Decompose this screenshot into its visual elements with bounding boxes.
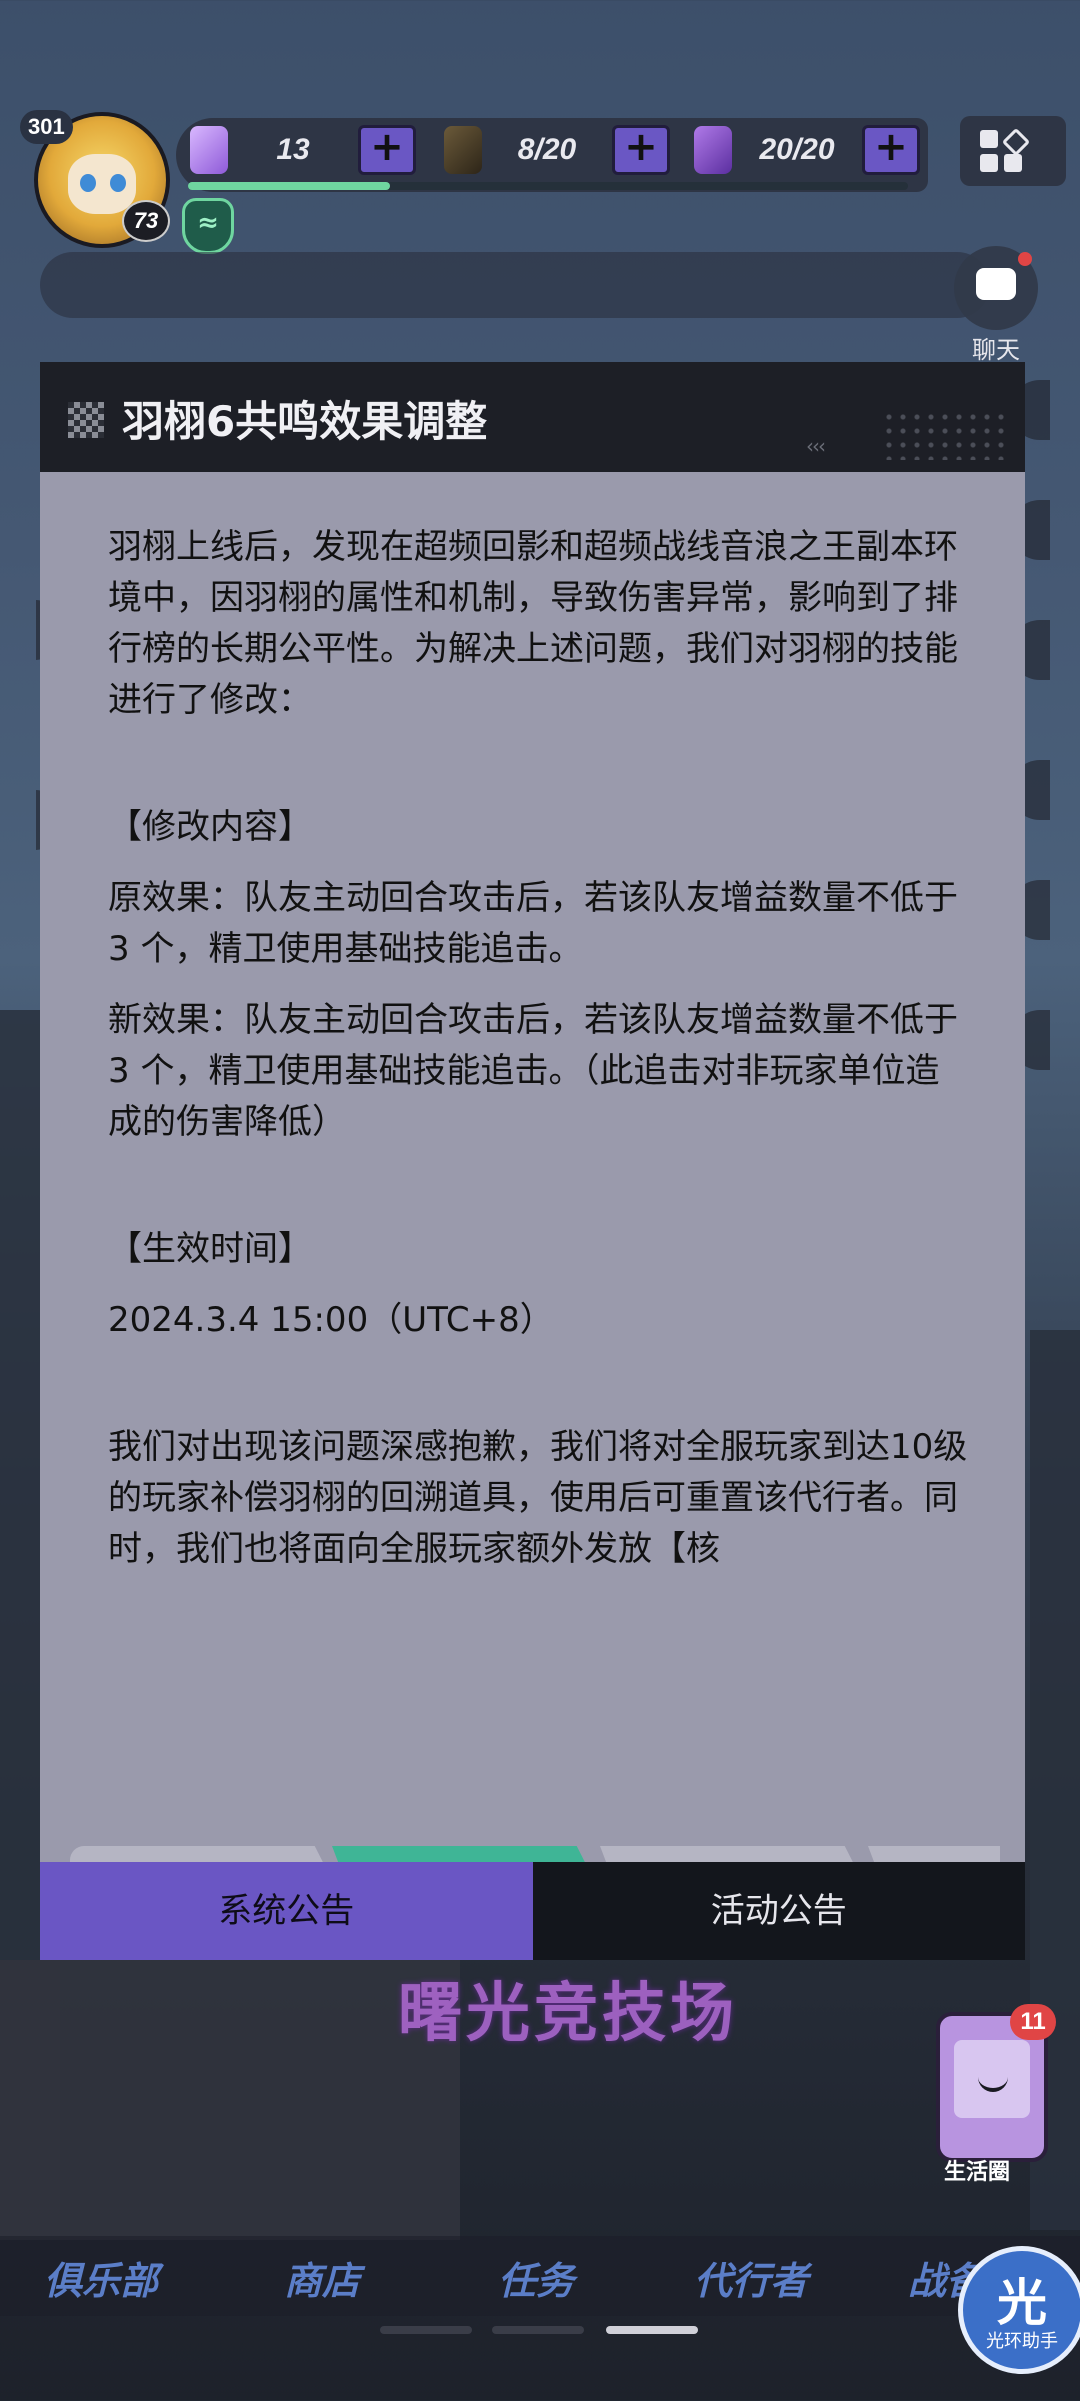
menu-grid-icon <box>980 130 998 148</box>
nav-club[interactable]: 俱乐部 <box>44 2250 158 2305</box>
halo-assistant-label: 光环助手 <box>986 2331 1058 2352</box>
chat-ticker-bar[interactable] <box>40 252 990 318</box>
halo-assistant-button[interactable]: 光 光环助手 <box>958 2246 1080 2374</box>
chevrons-decoration: ‹‹‹ <box>806 434 826 458</box>
menu-grid-icon-4 <box>1001 127 1031 157</box>
life-circle-badge: 11 <box>1010 2004 1056 2040</box>
energy-token-add-button[interactable]: + <box>862 125 920 175</box>
crystal-add-button[interactable]: + <box>358 125 416 175</box>
avatar-eye-left <box>80 174 96 192</box>
new-effect-paragraph: 新效果：队友主动回合攻击后，若该队友增益数量不低于 3 个，精卫使用基础技能追击… <box>108 1000 958 1142</box>
intro-paragraph: 羽栩上线后，发现在超频回影和超频战线音浪之王副本环境中，因羽栩的属性和机制，导致… <box>108 527 958 720</box>
home-indicator-left <box>380 2326 472 2334</box>
dialog-body: 羽栩上线后，发现在超频回影和超频战线音浪之王副本环境中，因羽栩的属性和机制，导致… <box>40 472 1025 1930</box>
announcement-dialog: 羽栩6共鸣效果调整 ‹‹‹ 羽栩上线后，发现在超频回影和超频战线音浪之王副本环境… <box>40 362 1025 1960</box>
halo-assistant-glyph: 光 <box>997 2274 1047 2332</box>
rank-shield-icon[interactable]: ≈ <box>182 198 234 254</box>
home-indicator-mid <box>492 2326 584 2334</box>
section-title-changes: 【修改内容】 <box>108 807 312 847</box>
card-pack-add-button[interactable]: + <box>612 125 670 175</box>
dialog-footer-tabs: 系统公告 活动公告 <box>40 1862 1025 1960</box>
card-pack-icon <box>444 126 482 174</box>
exp-progress-track <box>188 182 908 190</box>
menu-grid-icon-2 <box>980 154 998 172</box>
effective-time: 2024.3.4 15:00（UTC+8） <box>108 1300 554 1340</box>
phone-screen-icon <box>954 2040 1030 2118</box>
chat-button[interactable] <box>954 246 1038 330</box>
chat-bubble-icon <box>976 268 1016 300</box>
main-menu-button[interactable] <box>960 116 1066 186</box>
chat-notification-dot <box>1018 252 1032 266</box>
life-circle-label: 生活圈 <box>944 2160 1011 2185</box>
energy-token-icon <box>694 126 732 174</box>
tab-activity-announcements[interactable]: 活动公告 <box>532 1862 1025 1960</box>
resource-card-pack: 8/20 + <box>444 125 670 175</box>
crystal-icon <box>190 126 228 174</box>
checker-icon <box>68 402 104 438</box>
dots-pattern-decoration <box>882 410 1010 460</box>
energy-token-count: 20/20 <box>759 133 835 166</box>
nav-agents[interactable]: 代行者 <box>694 2250 808 2305</box>
menu-grid-icon-3 <box>1004 154 1022 172</box>
old-effect-paragraph: 原效果：队友主动回合攻击后，若该队友增益数量不低于 3 个，精卫使用基础技能追击… <box>108 878 958 969</box>
nav-tasks[interactable]: 任务 <box>498 2250 574 2305</box>
arena-logo: 曙光竞技场 <box>398 1977 738 2051</box>
resource-crystal: 13 + <box>190 125 416 175</box>
tab-system-announcements[interactable]: 系统公告 <box>40 1862 533 1960</box>
crystal-count: 13 <box>276 133 310 166</box>
home-indicator[interactable] <box>606 2326 698 2334</box>
player-id-badge: 301 <box>20 110 73 144</box>
nav-shop[interactable]: 商店 <box>284 2250 360 2305</box>
chat-label: 聊天 <box>972 336 1020 364</box>
avatar-eye-right <box>110 174 126 192</box>
smile-icon <box>978 2068 1008 2092</box>
dialog-title: 羽栩6共鸣效果调整 <box>122 397 488 446</box>
apology-paragraph: 我们对出现该问题深感抱歉，我们将对全服玩家到达10级的玩家补偿羽栩的回溯道具，使… <box>108 1427 968 1569</box>
section-title-effective-time: 【生效时间】 <box>108 1229 312 1269</box>
player-level-badge: 73 <box>122 200 170 242</box>
announcement-content[interactable]: 羽栩上线后，发现在超频回影和超频战线音浪之王副本环境中，因羽栩的属性和机制，导致… <box>108 522 968 1592</box>
card-pack-count: 8/20 <box>517 133 577 166</box>
exp-progress-fill <box>188 182 390 190</box>
resource-energy-token: 20/20 + <box>694 125 920 175</box>
dialog-header: 羽栩6共鸣效果调整 ‹‹‹ <box>40 362 1025 472</box>
